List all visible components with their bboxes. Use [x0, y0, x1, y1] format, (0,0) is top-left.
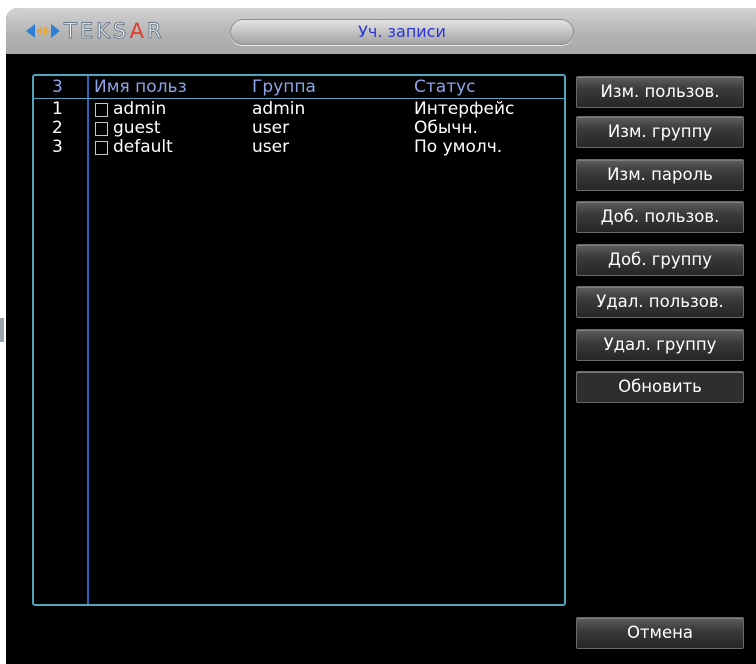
- row-group: user: [252, 137, 290, 157]
- cancel-button[interactable]: Отмена: [576, 617, 744, 649]
- row-group: admin: [252, 99, 306, 119]
- brand-logo-accent: A: [129, 19, 147, 43]
- modify-group-button[interactable]: Изм. группу: [576, 116, 744, 148]
- user-table: 3 Имя польз Группа Статус 1 admin admin …: [32, 74, 566, 606]
- row-number: 1: [52, 99, 63, 119]
- delete-user-button[interactable]: Удал. пользов.: [576, 286, 744, 318]
- row-status: По умолч.: [414, 137, 503, 157]
- refresh-button[interactable]: Обновить: [576, 371, 744, 403]
- brand-logo-text-mid: KS: [96, 19, 130, 44]
- row-username[interactable]: guest: [113, 118, 161, 138]
- title-pill: Уч. записи: [230, 19, 574, 45]
- accounts-window: TEKSAR Уч. записи 3 Имя польз Группа Ста…: [6, 8, 756, 664]
- header-status: Статус: [414, 77, 476, 97]
- brand-logo-text-start: TE: [63, 19, 97, 44]
- brand-logo-text-end: R: [146, 19, 165, 44]
- window-edge-marker: [0, 318, 4, 342]
- column-divider: [87, 76, 89, 604]
- row-username[interactable]: admin: [113, 99, 166, 119]
- row-status: Обычн.: [414, 118, 478, 138]
- brand-logo: TEKSAR: [63, 18, 165, 44]
- header-count: 3: [52, 77, 63, 97]
- row-username[interactable]: default: [113, 137, 173, 157]
- header-group: Группа: [252, 77, 316, 97]
- row-number: 2: [52, 118, 63, 138]
- header-username: Имя польз: [94, 77, 187, 97]
- add-group-button[interactable]: Доб. группу: [576, 244, 744, 276]
- add-user-button[interactable]: Доб. пользов.: [576, 201, 744, 233]
- window-title: Уч. записи: [358, 22, 446, 41]
- title-bar: TEKSAR Уч. записи: [6, 8, 756, 54]
- delete-group-button[interactable]: Удал. группу: [576, 329, 744, 361]
- row-number: 3: [52, 137, 63, 157]
- checkbox-icon[interactable]: [95, 122, 108, 136]
- modify-password-button[interactable]: Изм. пароль: [576, 159, 744, 191]
- row-group: user: [252, 118, 290, 138]
- teksar-logo-arrows-icon: [26, 24, 60, 38]
- modify-user-button[interactable]: Изм. пользов.: [576, 76, 744, 108]
- checkbox-icon[interactable]: [95, 141, 108, 155]
- row-status: Интерфейс: [414, 99, 515, 119]
- checkbox-icon[interactable]: [95, 103, 108, 117]
